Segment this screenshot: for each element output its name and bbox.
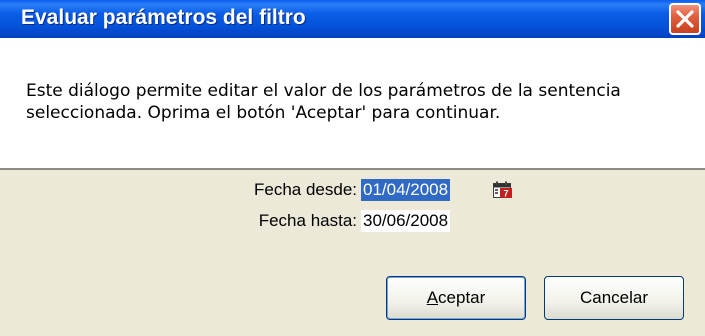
calendar-icon[interactable]: 7 — [493, 181, 513, 199]
cancel-button-label: Cancelar — [579, 288, 649, 307]
svg-text:7: 7 — [503, 189, 508, 199]
title-bar[interactable]: Evaluar parámetros del filtro — [0, 0, 705, 38]
fecha-hasta-label: Fecha hasta: — [258, 211, 357, 230]
cancel-button[interactable]: Cancelar — [544, 276, 684, 320]
accept-button[interactable]: Aceptar — [386, 276, 526, 320]
dialog-window: Evaluar parámetros del filtro Este diálo… — [0, 0, 705, 336]
fecha-desde-input[interactable]: 01/04/2008 — [361, 179, 451, 201]
dialog-description: Este diálogo permite editar el valor de … — [26, 81, 621, 123]
accept-button-label: Aceptar — [426, 288, 486, 307]
close-icon — [676, 10, 694, 28]
fecha-desde-label: Fecha desde: — [253, 180, 357, 199]
dialog-title: Evaluar parámetros del filtro — [21, 6, 306, 29]
close-button[interactable] — [669, 3, 701, 35]
fecha-hasta-input[interactable]: 30/06/2008 — [361, 210, 451, 232]
